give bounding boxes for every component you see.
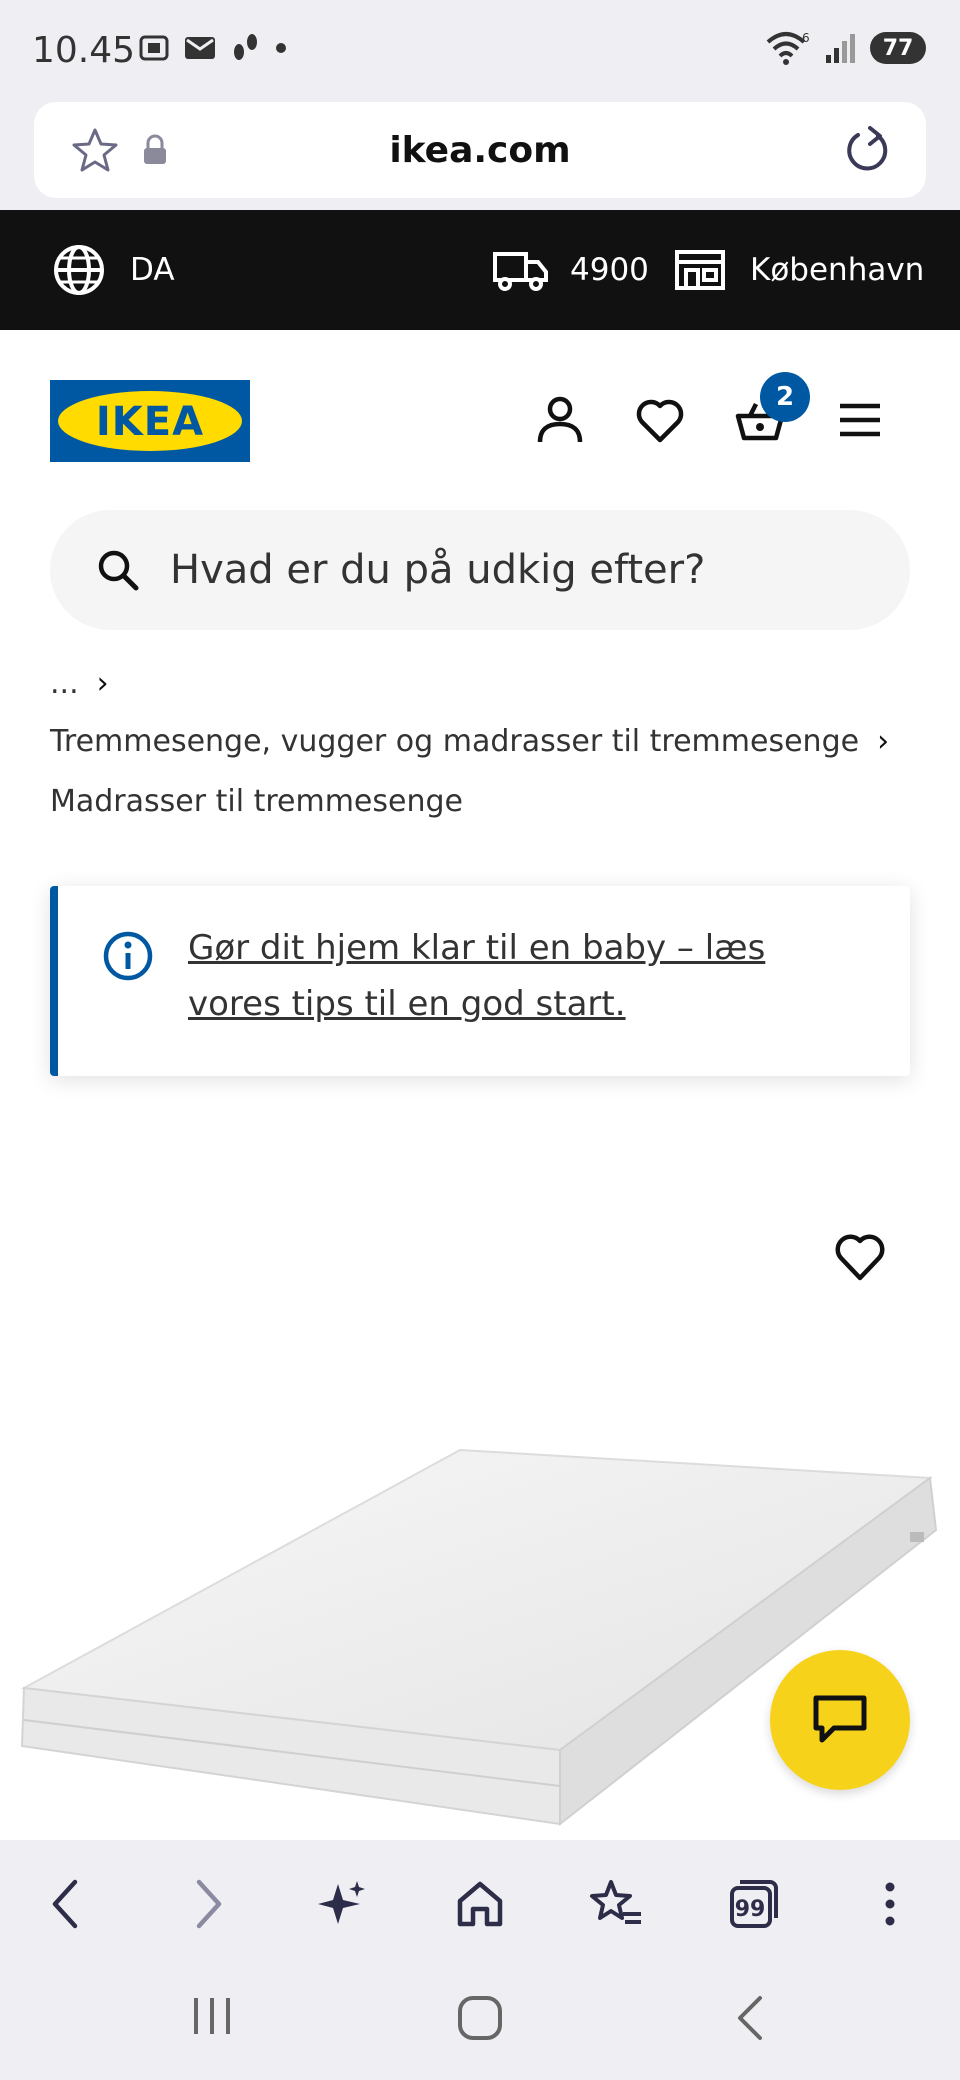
language-label: DA: [130, 252, 175, 288]
wifi-label: 6: [802, 31, 810, 45]
more-menu-button[interactable]: [860, 1874, 920, 1934]
favorites-heart-icon[interactable]: [634, 394, 686, 446]
browser-toolbar: 99: [0, 1840, 960, 1960]
search-input[interactable]: [170, 510, 870, 630]
system-navigation-bar: [0, 1960, 960, 2080]
forward-button[interactable]: [178, 1874, 238, 1934]
info-icon: [103, 931, 153, 981]
ikea-logo-graphic: IKEA: [50, 380, 250, 462]
status-time: 10.45: [32, 30, 136, 71]
account-icon[interactable]: [534, 394, 586, 446]
tabs-button[interactable]: 99: [724, 1874, 784, 1934]
home-icon: [457, 1881, 503, 1927]
back-button[interactable]: [36, 1874, 96, 1934]
signal-icon: [826, 34, 855, 63]
language-selector[interactable]: DA: [52, 210, 175, 330]
home-nav-icon[interactable]: [456, 1994, 504, 2042]
store-label: København: [750, 252, 925, 288]
status-notification-icons: [138, 32, 288, 64]
status-system-icons: 6 77: [764, 30, 926, 66]
menu-hamburger-icon[interactable]: [838, 400, 882, 440]
sparkles-icon: [318, 1881, 365, 1924]
delivery-truck-icon: [493, 252, 548, 291]
ikea-top-bar: DA 4900 København: [0, 210, 960, 330]
ikea-logo-text: IKEA: [96, 399, 204, 445]
ikea-logo[interactable]: IKEA: [50, 380, 250, 462]
more-vertical-icon: [885, 1882, 895, 1926]
search-bar[interactable]: [50, 510, 910, 630]
reload-icon[interactable]: [842, 122, 894, 178]
delivery-postal-selector[interactable]: 4900: [492, 210, 649, 330]
browser-url-area: ikea.com: [0, 100, 960, 210]
back-nav-icon[interactable]: [734, 1994, 766, 2042]
wifi-icon: 6: [766, 31, 810, 65]
chevron-right-icon: ›: [877, 724, 890, 759]
url-text[interactable]: ikea.com: [34, 130, 926, 171]
screenshot-icon: [139, 35, 169, 61]
dot-icon: [276, 43, 286, 53]
ai-assistant-button[interactable]: [312, 1874, 372, 1934]
home-button[interactable]: [450, 1874, 510, 1934]
chevron-left-icon: [52, 1879, 78, 1929]
bookmarks-star-icon: [590, 1880, 641, 1924]
tab-count-label: 99: [734, 1896, 766, 1922]
battery-indicator: 77: [870, 32, 926, 64]
footsteps-icon: [234, 34, 257, 60]
search-icon: [98, 550, 139, 591]
breadcrumb-current-label: Madrasser til tremmesenge: [50, 784, 463, 819]
breadcrumb-category-label: Tremmesenge, vugger og madrasser til tre…: [50, 724, 860, 759]
baby-tips-link[interactable]: Gør dit hjem klar til en baby – læs vore…: [188, 920, 868, 1032]
store-icon: [675, 250, 725, 290]
info-banner: Gør dit hjem klar til en baby – læs vore…: [50, 886, 910, 1076]
recent-apps-icon[interactable]: [190, 1994, 234, 2038]
chat-bubble-icon: [813, 1695, 867, 1743]
chevron-right-icon: [196, 1879, 222, 1929]
status-bar: 10.45 6 77: [0, 0, 960, 100]
product-favorite-heart-icon[interactable]: [832, 1228, 888, 1284]
store-selector[interactable]: København: [674, 210, 924, 330]
breadcrumb-current: Madrasser til tremmesenge: [50, 784, 463, 819]
address-bar[interactable]: ikea.com: [34, 102, 926, 198]
bookmarks-button[interactable]: [586, 1874, 646, 1934]
mail-icon: [185, 37, 215, 59]
globe-icon: [54, 245, 104, 295]
chat-button[interactable]: [770, 1650, 910, 1790]
postal-code-label: 4900: [570, 252, 649, 288]
breadcrumb-ellipsis-label: ...: [50, 666, 79, 701]
breadcrumb-category[interactable]: Tremmesenge, vugger og madrasser til tre…: [50, 724, 889, 759]
chevron-right-icon: ›: [96, 666, 109, 701]
breadcrumb-ellipsis[interactable]: ... ›: [50, 666, 109, 701]
cart-count-badge: 2: [760, 372, 810, 422]
